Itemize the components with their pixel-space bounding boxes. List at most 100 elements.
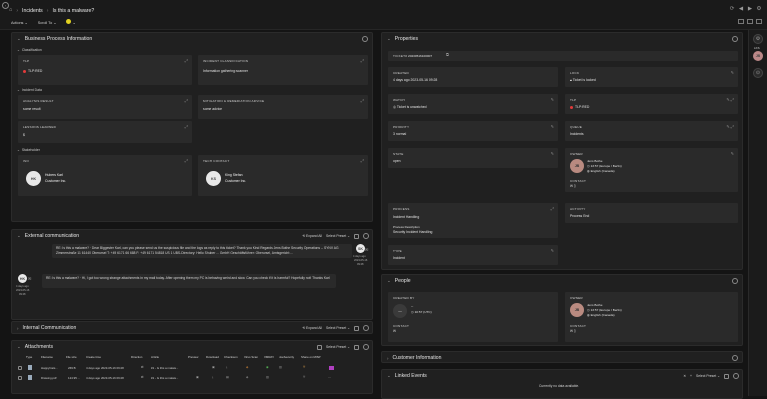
- gear-icon[interactable]: [362, 36, 368, 42]
- mail-icon[interactable]: ✉: [570, 329, 573, 333]
- column-header[interactable]: Create time: [86, 355, 101, 359]
- back-circle-icon[interactable]: ‹: [2, 2, 9, 9]
- download-icon[interactable]: ⤓: [226, 366, 227, 369]
- gear-icon[interactable]: [363, 325, 369, 331]
- edit-icon[interactable]: ✎ ⤢: [726, 124, 734, 129]
- new-article-icon[interactable]: [354, 325, 359, 331]
- file-name[interactable]: HappyCats...: [41, 366, 58, 370]
- column-header[interactable]: VMRAY: [264, 355, 274, 359]
- joesecurity-icon[interactable]: ⛨: [303, 366, 305, 369]
- column-header[interactable]: Filename: [41, 355, 53, 359]
- section-classification[interactable]: ⌄ Classification: [17, 48, 42, 52]
- copy-icon[interactable]: ⧉: [446, 53, 449, 57]
- layout-split-icon[interactable]: [747, 19, 753, 24]
- column-header[interactable]: Type: [26, 355, 32, 359]
- mail-icon[interactable]: ✉: [393, 329, 396, 333]
- expand-icon[interactable]: ⤢: [185, 98, 188, 103]
- section-incident-data[interactable]: ⌄ Incident Data: [17, 88, 42, 92]
- new-event-icon[interactable]: [724, 373, 729, 379]
- upload-icon[interactable]: [317, 344, 323, 350]
- phone-icon[interactable]: ▯: [574, 184, 576, 188]
- column-header[interactable]: JoeSecurity: [279, 355, 294, 359]
- gear-icon[interactable]: [363, 233, 369, 239]
- column-header[interactable]: Share on MISP: [301, 355, 321, 359]
- gear-icon[interactable]: [732, 355, 738, 361]
- gear-icon[interactable]: [733, 373, 739, 379]
- column-header[interactable]: Checksum: [224, 355, 238, 359]
- avatar[interactable]: JB: [753, 51, 763, 61]
- user-icon[interactable]: ⊙: [753, 68, 763, 78]
- message-bubble[interactable]: RE: Is this a malware? · Dear Biggester …: [52, 244, 352, 258]
- expand-icon[interactable]: ⤢: [185, 158, 188, 163]
- forward-icon[interactable]: ▶: [747, 7, 753, 13]
- select-preset-dropdown[interactable]: Select Preset ⌄: [696, 374, 720, 378]
- new-article-icon[interactable]: [354, 233, 359, 239]
- expand-icon[interactable]: ⤢: [361, 58, 364, 63]
- select-preset-dropdown[interactable]: Select Preset ⌄: [326, 234, 350, 238]
- edit-icon[interactable]: ✎: [551, 248, 554, 253]
- select-preset-dropdown[interactable]: Select Preset ⌄: [326, 345, 350, 349]
- scroll-to-menu[interactable]: Scroll To ⌄: [38, 20, 57, 25]
- edit-icon[interactable]: ⤢: [551, 206, 554, 211]
- table-row[interactable]: HappyCats... 269 B 4 days ago 2023-05-16…: [16, 363, 371, 372]
- misp-icon[interactable]: [329, 365, 334, 370]
- misp-icon[interactable]: ⋯: [328, 376, 331, 379]
- home-icon[interactable]: ⌂: [9, 8, 12, 14]
- expand-icon[interactable]: ⤢: [185, 124, 188, 129]
- column-header[interactable]: Virus Scan: [244, 355, 258, 359]
- column-header[interactable]: Direction: [131, 355, 142, 359]
- expand-all-button[interactable]: ⟲ Expand All: [302, 326, 322, 330]
- refresh-icon[interactable]: ⟳: [729, 7, 735, 13]
- edit-icon[interactable]: ✎: [551, 124, 554, 129]
- phone-icon[interactable]: ▯: [574, 329, 576, 333]
- edit-icon[interactable]: ✎ ⤢: [726, 97, 734, 102]
- add-icon[interactable]: [354, 344, 359, 350]
- mail-icon[interactable]: ✉: [570, 184, 573, 188]
- panel-header[interactable]: › Customer Information: [382, 352, 742, 364]
- panel-header[interactable]: ⌄ Business Process Information: [12, 33, 372, 45]
- message-bubble[interactable]: RE: Is this a malware? · Hi, I got too w…: [42, 274, 336, 288]
- actions-menu[interactable]: Actions ⌄: [11, 20, 28, 25]
- column-header[interactable]: File size: [66, 355, 77, 359]
- section-stakeholder[interactable]: ⌄ Stakeholder: [17, 148, 40, 152]
- add-icon[interactable]: +: [690, 374, 692, 378]
- edit-icon[interactable]: ✎: [551, 97, 554, 102]
- edit-icon[interactable]: ✎: [551, 151, 554, 156]
- virus-scan-icon[interactable]: ◉: [266, 366, 269, 369]
- gear-icon[interactable]: ⚙: [753, 34, 763, 44]
- download-icon[interactable]: ⤓: [212, 376, 213, 379]
- column-header[interactable]: Article: [151, 355, 159, 359]
- status-menu[interactable]: ⌄: [66, 19, 76, 25]
- checksum-icon[interactable]: ▤: [226, 376, 229, 379]
- file-name[interactable]: Drawing.pdf: [41, 376, 56, 380]
- vmray-icon[interactable]: ▥: [279, 366, 282, 369]
- edit-icon[interactable]: ✎: [731, 151, 734, 156]
- expand-icon[interactable]: ⤢: [185, 58, 188, 63]
- column-header[interactable]: Preview: [188, 355, 198, 359]
- back-icon[interactable]: ◀: [738, 7, 744, 13]
- expand-icon[interactable]: ⤢: [361, 158, 364, 163]
- gear-icon[interactable]: [363, 344, 369, 350]
- expand-icon[interactable]: ⤢: [361, 98, 364, 103]
- vmray-icon[interactable]: ▥: [266, 376, 269, 379]
- layout-single-icon[interactable]: [738, 19, 744, 24]
- panel-header[interactable]: ⌄ Properties: [382, 33, 742, 45]
- panel-header[interactable]: ⌄ People: [382, 275, 742, 287]
- file-article[interactable]: #1 - Is this a malwa...: [151, 366, 178, 370]
- breadcrumb-incidents[interactable]: Incidents: [22, 8, 43, 14]
- preview-icon[interactable]: ▣: [212, 366, 215, 369]
- checksum-icon[interactable]: ◈: [246, 366, 248, 369]
- gear-icon[interactable]: [732, 278, 738, 284]
- gear-icon[interactable]: [732, 36, 738, 42]
- select-preset-dropdown[interactable]: Select Preset ⌄: [326, 326, 350, 330]
- joesecurity-icon[interactable]: ⛨: [303, 376, 305, 379]
- table-row[interactable]: Drawing.pdf 124.95 ... 4 days ago 2023-0…: [16, 373, 371, 382]
- layout-full-icon[interactable]: [756, 19, 762, 24]
- expand-all-button[interactable]: ⟲ Expand All: [302, 234, 322, 238]
- column-header[interactable]: Download: [206, 355, 219, 359]
- file-article[interactable]: #1 - Is this a malwa...: [151, 376, 178, 380]
- virus-scan-icon[interactable]: ◈: [246, 376, 248, 379]
- row-checkbox[interactable]: [18, 365, 22, 370]
- settings-icon[interactable]: ⚙: [756, 7, 762, 13]
- unlink-icon[interactable]: ✕: [683, 374, 686, 378]
